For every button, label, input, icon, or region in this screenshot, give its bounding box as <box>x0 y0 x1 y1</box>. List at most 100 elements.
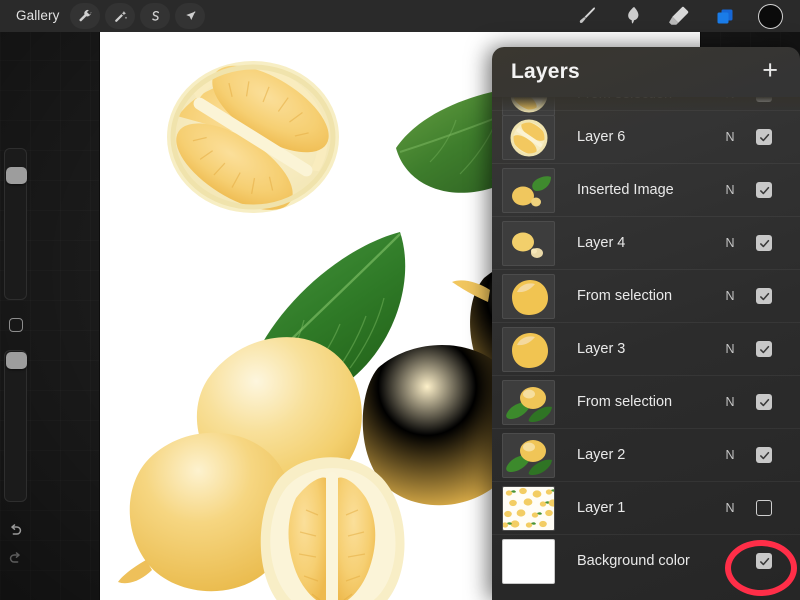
layers-list[interactable]: From selection N Layer 6 N Inserted Image N… <box>492 97 800 600</box>
left-sidebar <box>4 148 28 572</box>
opacity-slider[interactable] <box>4 350 27 502</box>
checkmark-icon <box>759 186 769 194</box>
layer-visibility-checkbox[interactable] <box>756 341 772 357</box>
checkmark-icon <box>759 239 769 247</box>
modify-button[interactable] <box>4 314 27 336</box>
paint-brush-button[interactable] <box>564 1 610 31</box>
layers-panel-header: Layers + <box>492 47 800 97</box>
layer-name: From selection <box>577 394 673 410</box>
eraser-icon <box>669 6 689 25</box>
magic-wand-icon <box>115 10 128 22</box>
adjustments-button[interactable] <box>105 3 136 29</box>
layer-name: Layer 6 <box>577 129 626 145</box>
layer-thumbnail[interactable] <box>502 379 555 425</box>
layer-visibility-checkbox[interactable] <box>756 182 772 198</box>
layer-row[interactable]: Layer 3 N <box>492 322 800 375</box>
color-button[interactable] <box>748 1 792 31</box>
layer-blend-mode[interactable]: N <box>716 97 744 101</box>
brush-size-thumb[interactable] <box>6 167 27 184</box>
layer-visibility-checkbox[interactable] <box>756 235 772 251</box>
layer-name: Inserted Image <box>577 182 674 198</box>
layer-thumbnail[interactable] <box>502 485 555 531</box>
layer-row[interactable]: From selection N <box>492 375 800 428</box>
layer-blend-mode[interactable]: N <box>716 289 744 303</box>
layer-thumbnail[interactable] <box>502 432 555 478</box>
s-curve-icon <box>152 10 159 21</box>
layer-name: Layer 2 <box>577 447 626 463</box>
layer-blend-mode[interactable]: N <box>716 501 744 515</box>
layer-blend-mode[interactable]: N <box>716 183 744 197</box>
checkmark-icon <box>759 345 769 353</box>
layer-visibility-checkbox[interactable] <box>756 553 772 569</box>
layer-blend-mode[interactable]: N <box>716 236 744 250</box>
wrench-icon <box>79 9 92 21</box>
artwork-lemon-slice-top <box>167 61 339 213</box>
undo-icon <box>11 523 22 535</box>
undo-redo-group <box>4 516 27 572</box>
layer-name: Layer 4 <box>577 235 626 251</box>
toolbar-right-group <box>564 1 800 31</box>
layer-row[interactable]: Layer 6 N <box>492 110 800 163</box>
layer-visibility-checkbox[interactable] <box>756 97 772 102</box>
undo-button[interactable] <box>4 516 27 544</box>
layer-row[interactable]: From selection N <box>492 269 800 322</box>
layer-thumbnail[interactable] <box>502 167 555 213</box>
smudge-button[interactable] <box>610 1 656 31</box>
selection-button[interactable] <box>140 3 171 29</box>
layer-thumbnail[interactable] <box>502 326 555 372</box>
top-toolbar: Gallery <box>0 0 800 32</box>
square-icon <box>8 318 23 332</box>
checkmark-icon <box>759 557 769 565</box>
gallery-button[interactable]: Gallery <box>10 5 69 27</box>
layer-row[interactable]: Layer 2 N <box>492 428 800 481</box>
checkmark-icon <box>762 97 764 98</box>
checkmark-icon <box>759 292 769 300</box>
layer-visibility-checkbox[interactable] <box>756 447 772 463</box>
toolbar-left-group: Gallery <box>0 3 209 29</box>
layer-row[interactable]: Background color <box>492 534 800 587</box>
layer-thumbnail[interactable] <box>502 114 555 160</box>
redo-button[interactable] <box>4 544 27 572</box>
layer-blend-mode[interactable]: N <box>716 448 744 462</box>
layers-panel: Layers + From selection N Layer 6 N <box>492 47 800 600</box>
eraser-button[interactable] <box>656 1 702 31</box>
layer-blend-mode[interactable]: N <box>716 130 744 144</box>
layer-visibility-checkbox[interactable] <box>756 288 772 304</box>
layers-button[interactable] <box>702 1 748 31</box>
brush-size-slider[interactable] <box>4 148 27 300</box>
layer-row[interactable]: Inserted Image N <box>492 163 800 216</box>
layer-blend-mode[interactable]: N <box>716 395 744 409</box>
redo-icon <box>9 551 20 563</box>
layer-visibility-checkbox[interactable] <box>756 129 772 145</box>
layer-thumbnail[interactable] <box>502 538 555 584</box>
checkmark-icon <box>759 398 769 406</box>
sidebar-gap-2 <box>4 336 28 350</box>
arrow-icon <box>186 10 196 20</box>
layer-thumbnail[interactable] <box>502 220 555 266</box>
layer-blend-mode[interactable]: N <box>716 342 744 356</box>
layer-name: Background color <box>577 553 690 569</box>
transform-button[interactable] <box>175 3 206 29</box>
opacity-thumb[interactable] <box>6 352 27 369</box>
smudge-icon <box>628 7 639 24</box>
procreate-app-window: Gallery Layers + Layer 6 N Inserted Imag… <box>0 0 800 600</box>
layer-name: Layer 1 <box>577 500 626 516</box>
checkmark-icon <box>759 451 769 459</box>
sidebar-gap-1 <box>4 300 28 314</box>
layer-row[interactable]: Layer 1 N <box>492 481 800 534</box>
layer-name: From selection <box>577 97 672 102</box>
layer-visibility-checkbox[interactable] <box>756 500 772 516</box>
checkmark-icon <box>759 133 769 141</box>
layer-thumbnail[interactable] <box>502 273 555 319</box>
layer-visibility-checkbox[interactable] <box>756 394 772 410</box>
layer-name: From selection <box>577 288 673 304</box>
layer-row[interactable]: Layer 4 N <box>492 216 800 269</box>
layers-icon <box>717 9 733 24</box>
add-layer-button[interactable]: + <box>762 56 800 88</box>
actions-wrench-button[interactable] <box>70 3 101 29</box>
paintbrush-icon <box>579 7 596 24</box>
layer-row[interactable]: From selection N <box>492 97 800 116</box>
layers-panel-title: Layers <box>511 60 580 83</box>
color-swatch-icon <box>757 3 783 29</box>
layer-name: Layer 3 <box>577 341 626 357</box>
